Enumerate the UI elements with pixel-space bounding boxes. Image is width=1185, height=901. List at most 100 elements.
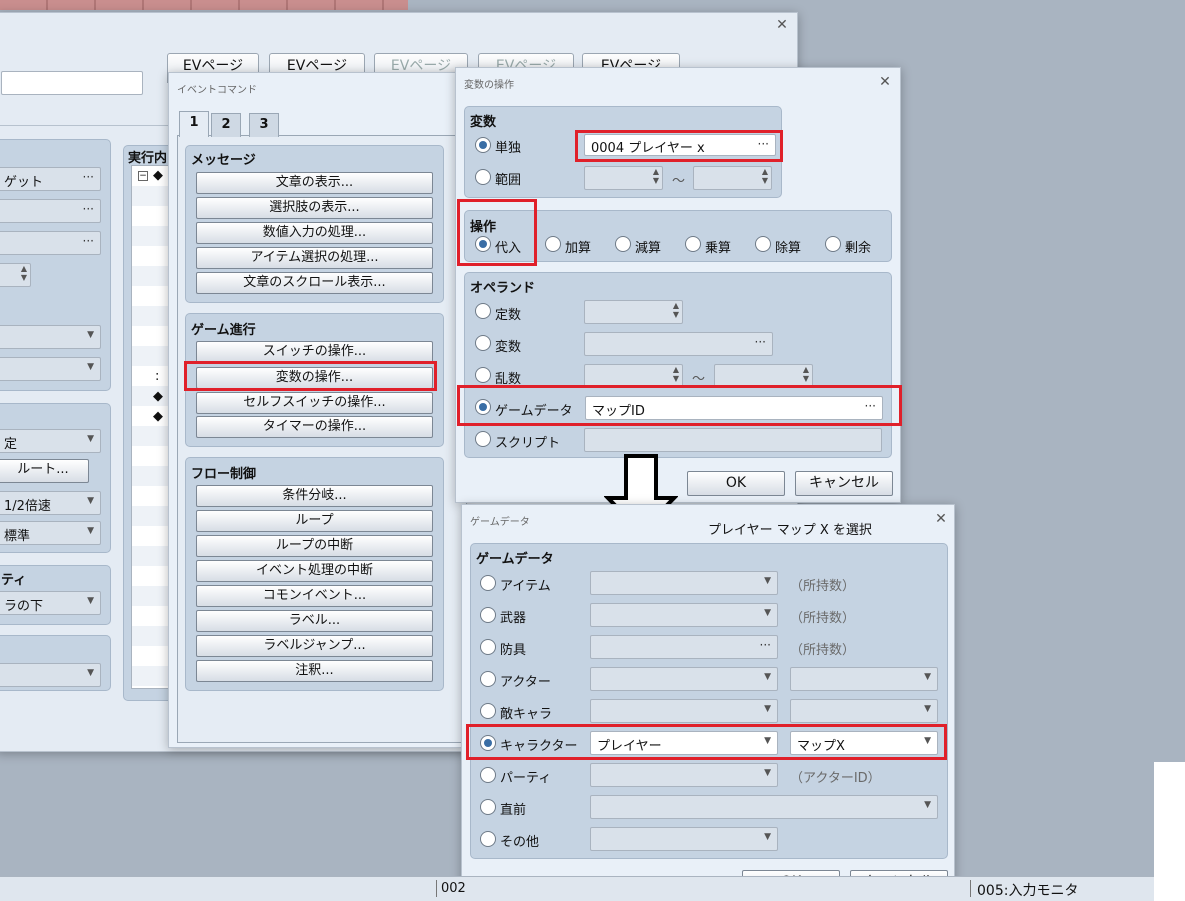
jump-to-label-button[interactable]: ラベルジャンプ...: [196, 635, 433, 657]
enemy-dropdown[interactable]: ▼: [590, 699, 778, 723]
close-icon[interactable]: ✕: [876, 73, 894, 91]
op-sub-label: 減算: [635, 241, 662, 256]
operand-constant-radio[interactable]: [475, 303, 491, 319]
enemy-radio[interactable]: [480, 703, 496, 719]
show-choices-button[interactable]: 選択肢の表示...: [196, 197, 433, 219]
event-name-input[interactable]: [1, 71, 143, 95]
armor-field[interactable]: ···: [590, 635, 778, 659]
op-add-radio[interactable]: [545, 236, 561, 252]
conditional-branch-button[interactable]: 条件分岐...: [196, 485, 433, 507]
range-radio[interactable]: [475, 169, 491, 185]
select-item-button[interactable]: アイテム選択の処理...: [196, 247, 433, 269]
item-radio[interactable]: [480, 575, 496, 591]
status-divider: [436, 880, 437, 897]
freq-dropdown[interactable]: 標準 ▼: [0, 521, 101, 545]
highlight-operation: [457, 199, 537, 266]
actor-property-dropdown[interactable]: ▼: [790, 667, 938, 691]
chevron-down-icon: ▼: [764, 576, 771, 586]
highlight-single-variable: [575, 130, 783, 162]
common-event-button[interactable]: コモンイベント...: [196, 585, 433, 607]
actor-dropdown[interactable]: ▼: [590, 667, 778, 691]
ok-button[interactable]: OK: [687, 471, 785, 496]
other-radio[interactable]: [480, 831, 496, 847]
weapon-radio[interactable]: [480, 607, 496, 623]
speed-dropdown[interactable]: 1/2倍速 ▼: [0, 491, 101, 515]
control-timer-button[interactable]: タイマーの操作...: [196, 416, 433, 438]
cancel-button[interactable]: キャンセル: [795, 471, 893, 496]
operand-script-radio[interactable]: [475, 431, 491, 447]
op-mul-radio[interactable]: [685, 236, 701, 252]
close-icon[interactable]: ✕: [773, 16, 791, 34]
constant-spin[interactable]: ▲ ▼: [584, 300, 683, 324]
chevron-down-icon: ▼: [87, 596, 94, 606]
exit-event-button[interactable]: イベント処理の中断: [196, 560, 433, 582]
close-icon[interactable]: ✕: [932, 510, 950, 528]
tab-2[interactable]: 2: [211, 113, 241, 137]
item-note: （所持数）: [790, 579, 856, 594]
single-radio[interactable]: [475, 137, 491, 153]
weapon-note: （所持数）: [790, 611, 856, 626]
label-button[interactable]: ラベル...: [196, 610, 433, 632]
single-label: 単独: [495, 141, 522, 156]
control-switches-button[interactable]: スイッチの操作...: [196, 341, 433, 363]
chevron-down-icon: ▼: [87, 330, 94, 340]
move-type-dropdown[interactable]: 定 ▼: [0, 429, 101, 453]
break-loop-button[interactable]: ループの中断: [196, 535, 433, 557]
last-dropdown[interactable]: ▼: [590, 795, 938, 819]
spin-arrows-icon: ▲ ▼: [672, 365, 679, 383]
operand-variable-radio[interactable]: [475, 335, 491, 351]
tab-1[interactable]: 1: [179, 111, 209, 137]
item-label: アイテム: [500, 579, 551, 594]
actor-radio[interactable]: [480, 671, 496, 687]
other-dropdown[interactable]: ▼: [590, 827, 778, 851]
collapse-icon[interactable]: −: [138, 171, 148, 181]
op-sub-radio[interactable]: [615, 236, 631, 252]
enemy-property-dropdown[interactable]: ▼: [790, 699, 938, 723]
switch-field-1[interactable]: ···: [0, 199, 101, 223]
operand-variable-field[interactable]: ···: [584, 332, 773, 356]
op-add-label: 加算: [565, 241, 592, 256]
actor-dropdown[interactable]: ▼: [0, 357, 101, 381]
ellipsis-icon: ···: [759, 638, 771, 652]
scroll-text-button[interactable]: 文章のスクロール表示...: [196, 272, 433, 294]
chevron-down-icon: ▼: [87, 362, 94, 372]
item-dropdown[interactable]: ▼: [590, 571, 778, 595]
party-radio[interactable]: [480, 767, 496, 783]
variable-value-spin[interactable]: ▲ ▼: [0, 263, 31, 287]
chevron-down-icon: ▼: [764, 832, 771, 842]
range-tilde: ～: [672, 174, 686, 189]
item-dropdown[interactable]: ▼: [0, 325, 101, 349]
operand-random-radio[interactable]: [475, 367, 491, 383]
armor-radio[interactable]: [480, 639, 496, 655]
range-end-spin[interactable]: ▲ ▼: [693, 166, 772, 190]
range-start-spin[interactable]: ▲ ▼: [584, 166, 663, 190]
input-number-button[interactable]: 数値入力の処理...: [196, 222, 433, 244]
operand-variable-label: 変数: [495, 340, 522, 355]
switch-field-2[interactable]: ···: [0, 231, 101, 255]
show-text-button[interactable]: 文章の表示...: [196, 172, 433, 194]
op-div-label: 除算: [775, 241, 802, 256]
last-radio[interactable]: [480, 799, 496, 815]
list-mark-4: :: [155, 369, 160, 384]
chevron-down-icon: ▼: [764, 672, 771, 682]
route-button[interactable]: ルート...: [0, 459, 89, 483]
trigger-dropdown[interactable]: ▼: [0, 663, 101, 687]
party-label: パーティ: [500, 771, 552, 786]
control-self-switch-button[interactable]: セルフスイッチの操作...: [196, 392, 433, 414]
op-div-radio[interactable]: [755, 236, 771, 252]
actor-label: アクター: [500, 675, 551, 690]
status-left-code: 002: [441, 881, 466, 896]
party-note: （アクターID）: [790, 771, 881, 786]
op-mod-radio[interactable]: [825, 236, 841, 252]
graphic-field[interactable]: ゲット ···: [0, 167, 101, 191]
chevron-down-icon: ▼: [87, 526, 94, 536]
range-label: 範囲: [495, 173, 522, 188]
priority-dropdown[interactable]: ラの下 ▼: [0, 591, 101, 615]
loop-button[interactable]: ループ: [196, 510, 433, 532]
tab-3[interactable]: 3: [249, 113, 279, 137]
list-mark-3: ◆: [153, 409, 163, 424]
script-field[interactable]: [584, 428, 882, 452]
weapon-dropdown[interactable]: ▼: [590, 603, 778, 627]
party-dropdown[interactable]: ▼: [590, 763, 778, 787]
comment-button[interactable]: 注釈...: [196, 660, 433, 682]
